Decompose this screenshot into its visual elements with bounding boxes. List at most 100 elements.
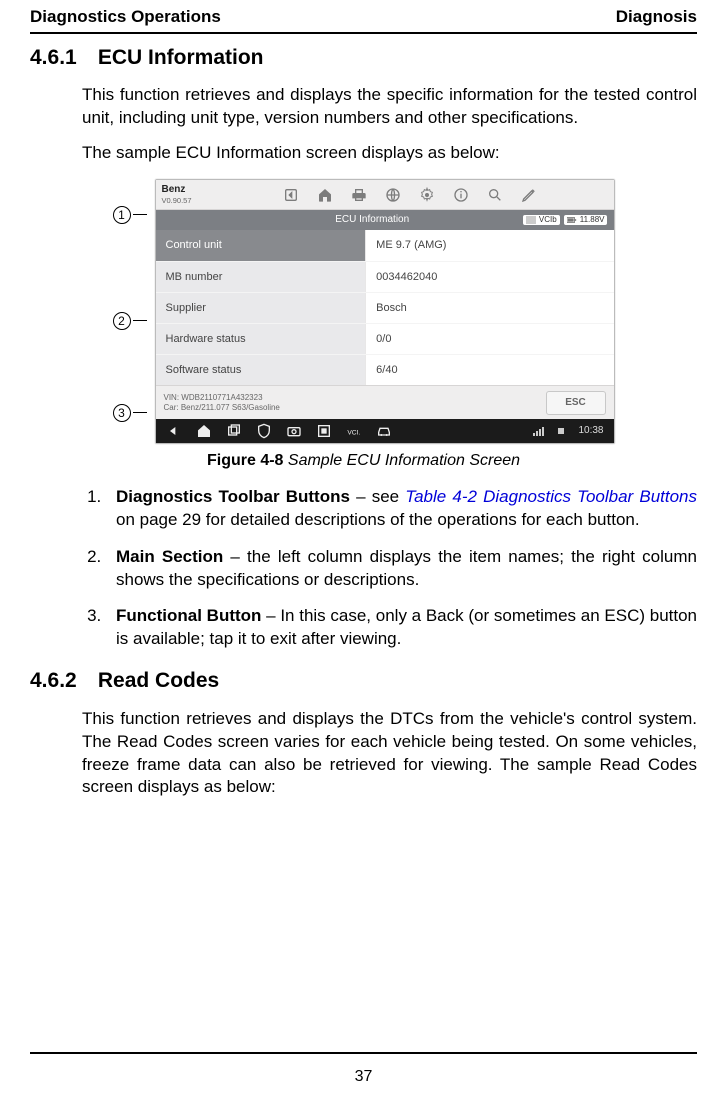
page-footer-rule: [30, 1052, 697, 1054]
callout-3-num: 3: [113, 404, 131, 422]
clock: 10:38: [578, 424, 603, 438]
row-value: 0/0: [366, 324, 613, 354]
heading-462-num: 4.6.2: [30, 667, 92, 695]
search-icon[interactable]: [487, 187, 503, 203]
home-icon[interactable]: [317, 187, 333, 203]
legend-1-dash: – see: [350, 487, 405, 506]
vci-icon[interactable]: VCI.: [346, 423, 362, 439]
row-value: Bosch: [366, 293, 613, 323]
table-row: Software status 6/40: [156, 354, 614, 385]
para-462-1: This function retrieves and displays the…: [82, 708, 697, 800]
table-row: Hardware status 0/0: [156, 323, 614, 354]
list-item: Functional Button – In this case, only a…: [106, 605, 697, 651]
heading-462-title: Read Codes: [98, 669, 219, 692]
brand-version: V0.90.57: [162, 195, 206, 205]
running-head-rule: [30, 32, 697, 34]
page-number: 37: [0, 1066, 727, 1088]
figure-caption: Figure 4-8 Sample ECU Information Screen: [30, 450, 697, 472]
heading-461: 4.6.1 ECU Information: [30, 44, 697, 72]
para-461-1: This function retrieves and displays the…: [82, 84, 697, 130]
pencil-icon[interactable]: [521, 187, 537, 203]
figure-legend-list: Diagnostics Toolbar Buttons – see Table …: [82, 486, 697, 652]
callout-1: 1: [113, 201, 147, 229]
home-icon[interactable]: [196, 423, 212, 439]
callout-2: 2: [113, 307, 147, 335]
esc-button[interactable]: ESC: [546, 391, 606, 415]
system-bar-left: VCI.: [166, 423, 392, 439]
table-row: Supplier Bosch: [156, 292, 614, 323]
callout-tick: [133, 320, 147, 321]
vcib-chip: VCIb: [523, 215, 560, 226]
title-bar-title: ECU Information: [335, 213, 409, 227]
heading-461-num: 4.6.1: [30, 44, 92, 72]
brand-name: Benz: [162, 185, 206, 195]
device-screenshot: Benz V0.90.57 ECU Information: [155, 179, 615, 444]
shield-icon[interactable]: [256, 423, 272, 439]
toolbar-icons: [206, 180, 614, 209]
row-value: 0034462040: [366, 262, 613, 292]
settings-icon[interactable]: [419, 187, 435, 203]
vin-line-1: VIN: WDB2110771A432323: [164, 393, 280, 402]
list-item: Diagnostics Toolbar Buttons – see Table …: [106, 486, 697, 532]
camera-icon[interactable]: [286, 423, 302, 439]
print-icon[interactable]: [351, 187, 367, 203]
battery-chip: 11.88V: [564, 215, 608, 226]
para-461-2: The sample ECU Information screen displa…: [82, 142, 697, 165]
row-name: Hardware status: [156, 324, 367, 354]
callout-tick: [133, 214, 147, 215]
signal-icon: [533, 426, 544, 436]
screenshot-icon[interactable]: [316, 423, 332, 439]
xref-table-4-2[interactable]: Table 4-2 Diagnostics Toolbar Buttons: [405, 487, 697, 506]
figure-4-8: 1 2 3 Benz V0.90.57: [30, 179, 697, 444]
callout-3: 3: [113, 399, 147, 427]
figure-caption-lead: Figure 4-8: [207, 452, 283, 469]
system-bar-right: 10:38: [533, 424, 603, 438]
row-value: ME 9.7 (AMG): [366, 230, 613, 261]
row-name: MB number: [156, 262, 367, 292]
car-icon[interactable]: [376, 423, 392, 439]
battery-icon: [567, 216, 577, 224]
status-dot-icon: [558, 428, 564, 434]
heading-462: 4.6.2 Read Codes: [30, 667, 697, 695]
running-head: Diagnostics Operations Diagnosis: [30, 0, 697, 32]
row-name: Control unit: [156, 230, 367, 261]
callout-tick: [133, 412, 147, 413]
row-name: Software status: [156, 355, 367, 385]
legend-2-lead: Main Section: [116, 547, 223, 566]
figure-callouts: 1 2 3: [113, 197, 147, 427]
figure-caption-title: Sample ECU Information Screen: [288, 452, 520, 469]
title-bar-right: VCIb 11.88V: [523, 215, 608, 226]
list-item: Main Section – the left column displays …: [106, 546, 697, 592]
callout-spacer: [113, 229, 147, 307]
back-icon[interactable]: [283, 187, 299, 203]
row-value: 6/40: [366, 355, 613, 385]
table-row: MB number 0034462040: [156, 261, 614, 292]
vin-line-2: Car: Benz/211.077 S63/Gasoline: [164, 403, 280, 412]
callout-2-num: 2: [113, 312, 131, 330]
vin-block: VIN: WDB2110771A432323 Car: Benz/211.077…: [164, 393, 280, 411]
callout-spacer: [113, 335, 147, 399]
back-icon[interactable]: [166, 423, 182, 439]
functional-footer: VIN: WDB2110771A432323 Car: Benz/211.077…: [156, 385, 614, 419]
brand-chip[interactable]: Benz V0.90.57: [156, 180, 206, 209]
battery-value: 11.88V: [580, 215, 605, 226]
running-head-right: Diagnosis: [616, 6, 697, 29]
table-row: Control unit ME 9.7 (AMG): [156, 230, 614, 261]
about-icon[interactable]: [453, 187, 469, 203]
system-bar: VCI. 10:38: [156, 419, 614, 443]
vcib-icon: [526, 216, 536, 224]
heading-461-title: ECU Information: [98, 46, 264, 69]
legend-1-lead: Diagnostics Toolbar Buttons: [116, 487, 350, 506]
diagnostics-toolbar: Benz V0.90.57: [156, 180, 614, 210]
vcib-label: VCIb: [539, 215, 557, 226]
legend-3-lead: Functional Button: [116, 606, 261, 625]
callout-1-num: 1: [113, 206, 131, 224]
main-section: Control unit ME 9.7 (AMG) MB number 0034…: [156, 230, 614, 385]
svg-text:VCI.: VCI.: [347, 429, 360, 436]
legend-1-tail: on page 29 for detailed descriptions of …: [116, 510, 640, 529]
running-head-left: Diagnostics Operations: [30, 6, 221, 29]
title-bar: ECU Information VCIb 11.88V: [156, 210, 614, 230]
row-name: Supplier: [156, 293, 367, 323]
globe-icon[interactable]: [385, 187, 401, 203]
recent-icon[interactable]: [226, 423, 242, 439]
